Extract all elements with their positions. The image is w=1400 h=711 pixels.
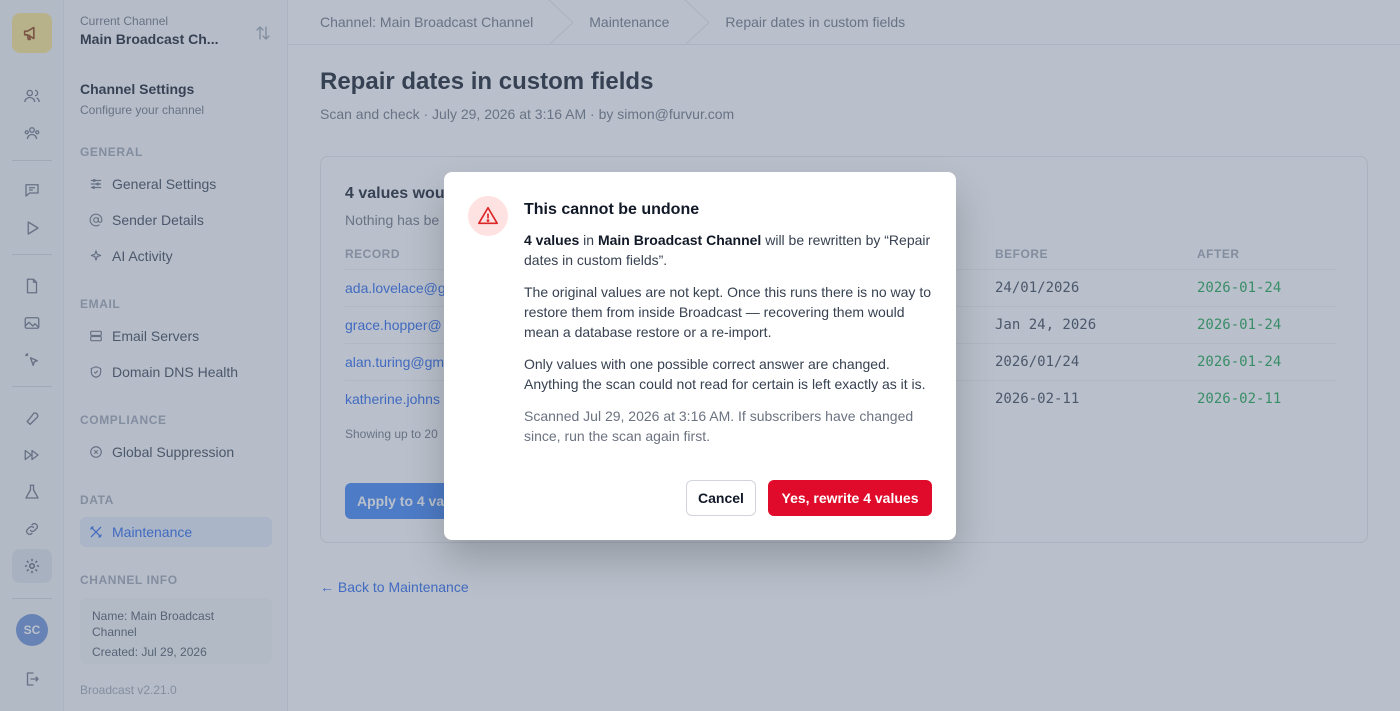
dialog-body: This cannot be undone 4 values in Main B… xyxy=(524,200,932,446)
warning-triangle-icon xyxy=(468,196,508,236)
dialog-summary: 4 values in Main Broadcast Channel will … xyxy=(524,230,932,270)
confirm-rewrite-button[interactable]: Yes, rewrite 4 values xyxy=(768,480,932,516)
cancel-button[interactable]: Cancel xyxy=(686,480,756,516)
value-count: 4 values xyxy=(524,232,580,248)
dialog-title: This cannot be undone xyxy=(524,201,700,218)
summary-in: in xyxy=(579,232,598,248)
dialog-warning-text: The original values are not kept. Once t… xyxy=(524,284,931,340)
dialog-scan-note: Scanned Jul 29, 2026 at 3:16 AM. If subs… xyxy=(524,408,914,444)
dialog-scope-text: Only values with one possible correct an… xyxy=(524,356,926,392)
channel-name: Main Broadcast Channel xyxy=(597,232,762,248)
confirm-dialog: This cannot be undone 4 values in Main B… xyxy=(444,172,956,540)
